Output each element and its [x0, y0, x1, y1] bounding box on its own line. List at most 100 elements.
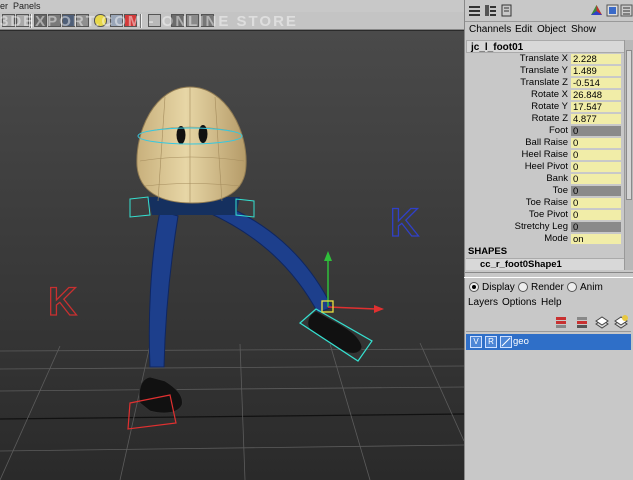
attribute-label[interactable]: Heel Pivot [525, 161, 568, 173]
viewport-menu-panels[interactable]: Panels [13, 0, 41, 12]
maya-window: er Panels 3DEXPORT.COM - ONLINE STORE K … [0, 0, 633, 480]
scrollbar-thumb[interactable] [626, 50, 632, 200]
viewport-menu-partial[interactable]: er [0, 0, 8, 12]
attribute-label[interactable]: Translate Y [520, 65, 568, 77]
panel-toolbar [465, 0, 633, 22]
panel-divider[interactable] [464, 272, 633, 278]
tool-settings-icon[interactable] [500, 4, 513, 17]
attribute-label[interactable]: Toe Pivot [529, 209, 568, 221]
attribute-value-field[interactable]: -0.514 [571, 78, 621, 89]
attribute-row[interactable]: Toe 0 [466, 185, 627, 197]
attribute-value-field[interactable]: 0 [571, 210, 621, 221]
attribute-label[interactable]: Translate Z [520, 77, 568, 89]
menu-edit[interactable]: Edit [515, 24, 532, 35]
attribute-row[interactable]: Translate Y 1.489 [466, 65, 627, 77]
tab-anim-label[interactable]: Anim [580, 281, 603, 294]
3d-viewport[interactable]: er Panels 3DEXPORT.COM - ONLINE STORE K … [0, 0, 464, 480]
tri-color-icon[interactable] [590, 4, 603, 17]
shapes-header: SHAPES [468, 246, 508, 257]
attribute-value-field[interactable]: 1.489 [571, 66, 621, 77]
layer-editor-menubar: Layers Options Help [466, 296, 631, 310]
new-layer-selected-icon[interactable] [613, 314, 629, 330]
layer-visibility-toggle[interactable]: V [470, 336, 482, 348]
attribute-label[interactable]: Toe [553, 185, 568, 197]
attribute-value-field[interactable]: 0 [571, 186, 621, 197]
layer-up-icon[interactable] [554, 314, 570, 330]
attribute-row[interactable]: Ball Raise 0 [466, 137, 627, 149]
attribute-value-field[interactable]: 0 [571, 222, 621, 233]
outliner-icon[interactable] [620, 4, 633, 17]
attribute-label[interactable]: Heel Raise [522, 149, 568, 161]
modeling-toolkit-icon[interactable] [606, 4, 619, 17]
attribute-value-field[interactable]: 0 [571, 138, 621, 149]
radio-display[interactable] [469, 282, 479, 292]
tab-display-label[interactable]: Display [482, 281, 515, 294]
new-layer-icon[interactable] [594, 314, 610, 330]
radio-render[interactable] [518, 282, 528, 292]
attribute-label[interactable]: Rotate X [531, 89, 568, 101]
layer-editor-toolbar [466, 312, 631, 332]
selected-object-name[interactable]: jc_l_foot01 [466, 40, 629, 53]
layer-down-icon[interactable] [574, 314, 590, 330]
attribute-row[interactable]: Rotate Z 4.877 [466, 113, 627, 125]
attribute-row[interactable]: Mode on [466, 233, 627, 245]
menu-help[interactable]: Help [541, 296, 562, 309]
attribute-value-field[interactable]: 0 [571, 198, 621, 209]
viewport-menubar: er Panels [0, 0, 464, 12]
attribute-value-field[interactable]: 0 [571, 150, 621, 161]
viewport-scene[interactable]: K K [0, 31, 464, 480]
attribute-label[interactable]: Foot [549, 125, 568, 137]
channel-box-icon[interactable] [468, 4, 481, 17]
attribute-value-field[interactable]: 26.848 [571, 90, 621, 101]
channel-box-menubar: Channels Edit Object Show [465, 22, 633, 38]
attribute-row[interactable]: Foot 0 [466, 125, 627, 137]
attribute-editor-icon[interactable] [484, 4, 497, 17]
shape-node-name[interactable]: cc_r_foot0Shape1 [466, 258, 624, 270]
attribute-value-field[interactable]: 17.547 [571, 102, 621, 113]
k-control-right[interactable]: K [389, 200, 419, 245]
attribute-label[interactable]: Rotate Y [531, 101, 568, 113]
attribute-label[interactable]: Bank [546, 173, 568, 185]
layer-editor-tabs: Display Render Anim [466, 281, 631, 295]
attribute-row[interactable]: Rotate Y 17.547 [466, 101, 627, 113]
attribute-label[interactable]: Ball Raise [525, 137, 568, 149]
attribute-label[interactable]: Rotate Z [532, 113, 568, 125]
menu-options[interactable]: Options [502, 296, 536, 309]
attribute-value-field[interactable]: 0 [571, 126, 621, 137]
scene-background [0, 31, 464, 480]
attribute-label[interactable]: Mode [544, 233, 568, 245]
attribute-value-field[interactable]: 0 [571, 174, 621, 185]
layer-row-geo[interactable]: V R geo [466, 334, 631, 350]
menu-object[interactable]: Object [537, 24, 566, 35]
attribute-row[interactable]: Translate X 2.228 [466, 53, 627, 65]
attribute-row[interactable]: Toe Pivot 0 [466, 209, 627, 221]
attribute-row[interactable]: Heel Pivot 0 [466, 161, 627, 173]
attribute-row[interactable]: Rotate X 26.848 [466, 89, 627, 101]
menu-show[interactable]: Show [571, 24, 596, 35]
layer-list: V R geo [466, 332, 631, 480]
attribute-value-field[interactable]: 2.228 [571, 54, 621, 65]
attribute-label[interactable]: Translate X [520, 53, 568, 65]
menu-layers[interactable]: Layers [468, 296, 498, 309]
attribute-list: Translate X 2.228 Translate Y 1.489 Translat… [466, 53, 627, 245]
radio-anim[interactable] [567, 282, 577, 292]
attribute-row[interactable]: Toe Raise 0 [466, 197, 627, 209]
k-control-left[interactable]: K [47, 279, 77, 324]
channel-box-scrollbar[interactable] [624, 40, 633, 270]
attribute-row[interactable]: Stretchy Leg 0 [466, 221, 627, 233]
tab-render-label[interactable]: Render [531, 281, 564, 294]
attribute-label[interactable]: Stretchy Leg [515, 221, 568, 233]
watermark: 3DEXPORT.COM - ONLINE STORE [0, 13, 298, 30]
attribute-row[interactable]: Translate Z -0.514 [466, 77, 627, 89]
layer-reference-toggle[interactable]: R [485, 336, 497, 348]
layer-color-icon[interactable] [500, 336, 512, 348]
layer-name[interactable]: geo [513, 336, 529, 348]
attribute-value-field[interactable]: 0 [571, 162, 621, 173]
attribute-row[interactable]: Heel Raise 0 [466, 149, 627, 161]
menu-channels[interactable]: Channels [469, 24, 511, 35]
viewport-toolbar: 3DEXPORT.COM - ONLINE STORE [0, 12, 464, 30]
attribute-value-field[interactable]: on [571, 234, 621, 245]
attribute-label[interactable]: Toe Raise [526, 197, 568, 209]
attribute-row[interactable]: Bank 0 [466, 173, 627, 185]
attribute-value-field[interactable]: 4.877 [571, 114, 621, 125]
